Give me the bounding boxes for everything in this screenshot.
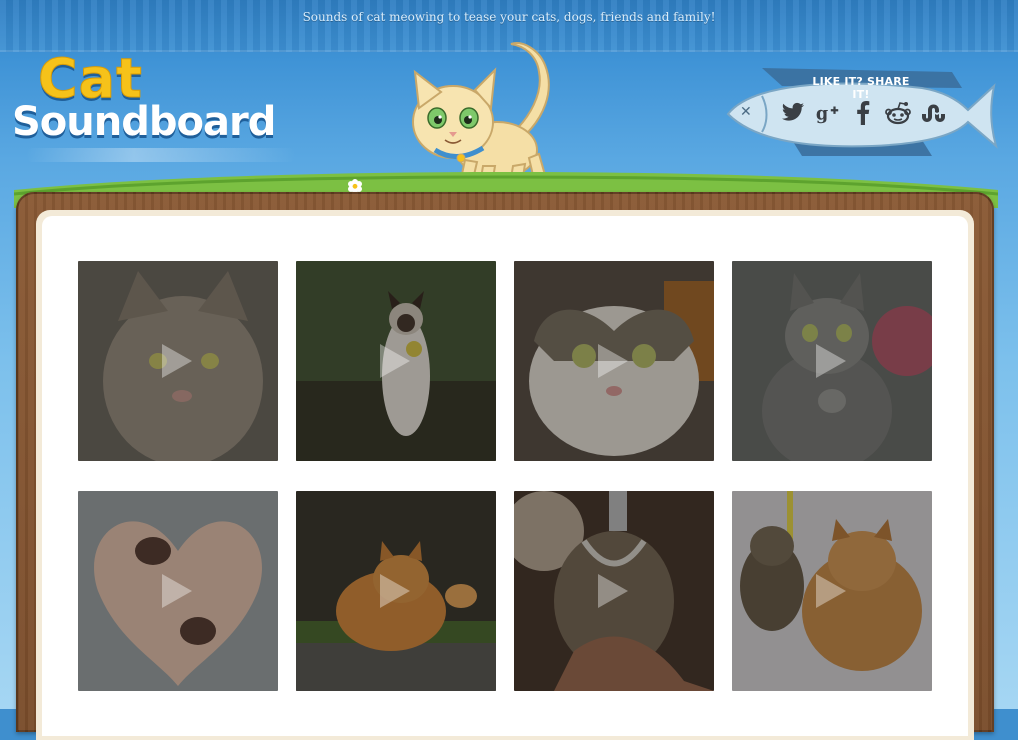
wooden-board <box>16 192 994 740</box>
logo-word-soundboard: Soundboard <box>12 99 276 145</box>
sound-tile-7[interactable] <box>514 491 714 691</box>
stumbleupon-icon <box>922 104 945 122</box>
tagline: Sounds of cat meowing to tease your cats… <box>302 10 716 24</box>
play-icon <box>598 344 628 378</box>
sound-tile-3[interactable] <box>514 261 714 461</box>
reddit-alien-icon <box>885 102 911 125</box>
share-stumbleupon-button[interactable] <box>920 100 946 126</box>
play-icon <box>816 344 846 378</box>
sound-tile-2[interactable] <box>296 261 496 461</box>
play-icon <box>816 574 846 608</box>
share-facebook-button[interactable] <box>850 100 876 126</box>
google-plus-icon: g <box>816 104 839 125</box>
share-twitter-button[interactable] <box>780 100 806 126</box>
sound-grid-panel <box>42 216 968 736</box>
share-reddit-button[interactable] <box>885 100 911 126</box>
sound-tile-6[interactable] <box>296 491 496 691</box>
logo-word-cat: Cat <box>38 47 143 110</box>
share-buttons: g <box>780 100 946 130</box>
play-icon <box>598 574 628 608</box>
play-icon <box>162 344 192 378</box>
share-title: LIKE IT? SHARE IT! <box>812 75 910 101</box>
sound-tile-8[interactable] <box>732 491 932 691</box>
fish-eye-icon: ✕ <box>740 104 752 120</box>
sound-tile-1[interactable] <box>78 261 278 461</box>
share-fish-widget: LIKE IT? SHARE IT! ✕ g <box>722 62 1002 162</box>
svg-text:g: g <box>816 104 828 125</box>
logo-streak <box>26 148 296 162</box>
site-logo[interactable]: Cat Soundboard <box>12 47 302 162</box>
sound-tile-5[interactable] <box>78 491 278 691</box>
facebook-f-icon <box>857 101 870 125</box>
play-icon <box>162 574 192 608</box>
play-icon <box>380 574 410 608</box>
share-google-plus-button[interactable]: g <box>815 100 841 126</box>
twitter-bird-icon <box>782 102 804 121</box>
play-icon <box>380 344 410 378</box>
sound-tile-4[interactable] <box>732 261 932 461</box>
